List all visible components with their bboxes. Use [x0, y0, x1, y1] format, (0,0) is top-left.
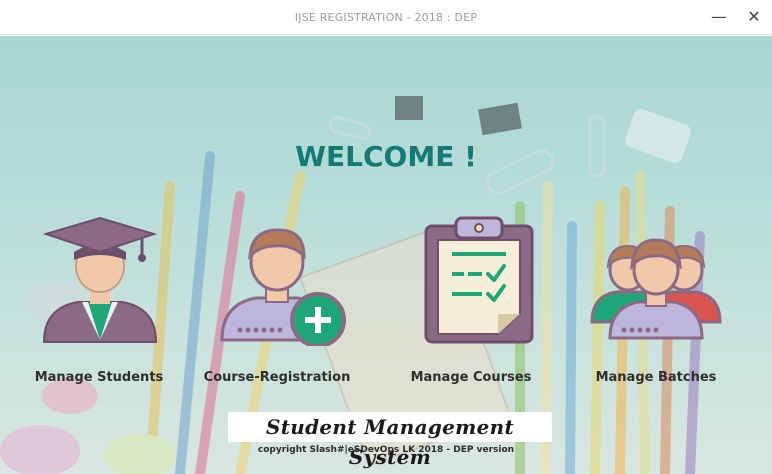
title-bar: IJSE REGISTRATION - 2018 : DEP — ✕: [0, 0, 772, 35]
manage-students-label: Manage Students: [34, 370, 164, 385]
manage-courses-label: Manage Courses: [410, 370, 532, 385]
manage-batches-button[interactable]: Manage Batches: [571, 216, 741, 396]
close-button[interactable]: ✕: [742, 6, 766, 28]
user-group-icon: [590, 238, 722, 340]
course-registration-button[interactable]: Course-Registration: [192, 216, 362, 396]
manage-students-button[interactable]: Manage Students: [14, 216, 184, 396]
add-user-icon: [220, 228, 346, 346]
window-title: IJSE REGISTRATION - 2018 : DEP: [294, 11, 478, 24]
welcome-heading: WELCOME !: [295, 140, 477, 173]
close-icon: ✕: [747, 7, 761, 26]
minimize-button[interactable]: —: [707, 6, 731, 28]
clipboard-checklist-icon: [424, 216, 534, 344]
copyright-text: copyright Slash#|eSDevOps LK 2018 - DEP …: [257, 445, 515, 455]
minimize-icon: —: [711, 7, 727, 26]
app-window: IJSE REGISTRATION - 2018 : DEP — ✕ WELCO…: [0, 0, 772, 474]
main-panel: WELCOME ! Manage Students Course-Registr…: [0, 36, 772, 474]
course-registration-label: Course-Registration: [203, 370, 351, 385]
app-name-banner: Student Management System: [228, 412, 552, 469]
manage-batches-label: Manage Batches: [595, 370, 717, 385]
manage-courses-button[interactable]: Manage Courses: [386, 216, 556, 396]
graduate-student-icon: [42, 216, 158, 343]
